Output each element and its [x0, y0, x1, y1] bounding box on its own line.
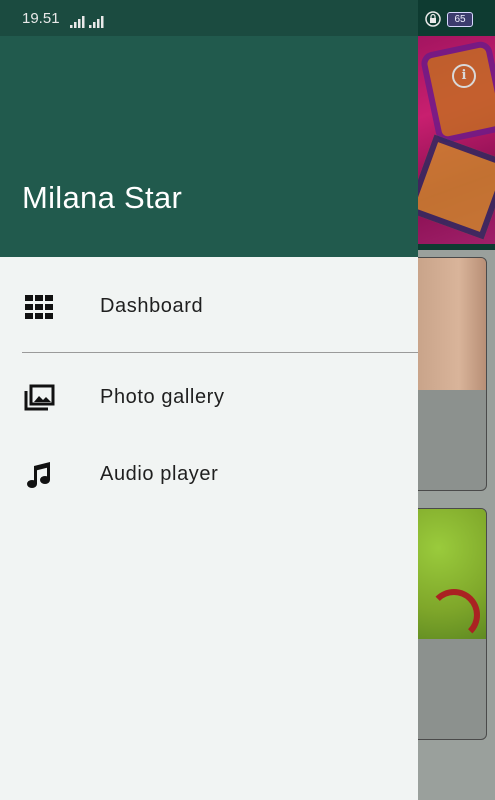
signal-icon: [70, 16, 104, 28]
drawer-item-dashboard[interactable]: Dashboard: [0, 277, 418, 337]
drawer-header: Milana Star: [0, 0, 418, 257]
background-card: [418, 257, 487, 491]
banner-artwork: [418, 134, 495, 240]
drawer-item-label: Dashboard: [100, 295, 204, 317]
info-icon[interactable]: i: [452, 64, 476, 88]
drawer-item-label: Audio player: [100, 463, 219, 485]
photo-library-icon: [24, 384, 55, 411]
lock-icon: [425, 11, 441, 27]
drawer-item-label: Photo gallery: [100, 386, 225, 408]
music-note-icon: [27, 462, 50, 488]
drawer-item-photo-gallery[interactable]: Photo gallery: [0, 368, 418, 428]
background-card: [418, 508, 487, 740]
grid-icon: [25, 295, 53, 319]
card-image: [418, 509, 486, 641]
menu-divider: [22, 352, 418, 353]
banner-artwork: [419, 39, 495, 145]
card-image: [418, 258, 486, 390]
status-time: 19.51: [22, 10, 60, 27]
navigation-drawer: Milana Star Dashboard Photo gallery Audi…: [0, 0, 418, 800]
status-bar: 19.51 65: [0, 0, 495, 36]
drawer-item-audio-player[interactable]: Audio player: [0, 445, 418, 505]
drawer-title: Milana Star: [22, 180, 183, 215]
battery-icon: 65: [447, 12, 473, 27]
